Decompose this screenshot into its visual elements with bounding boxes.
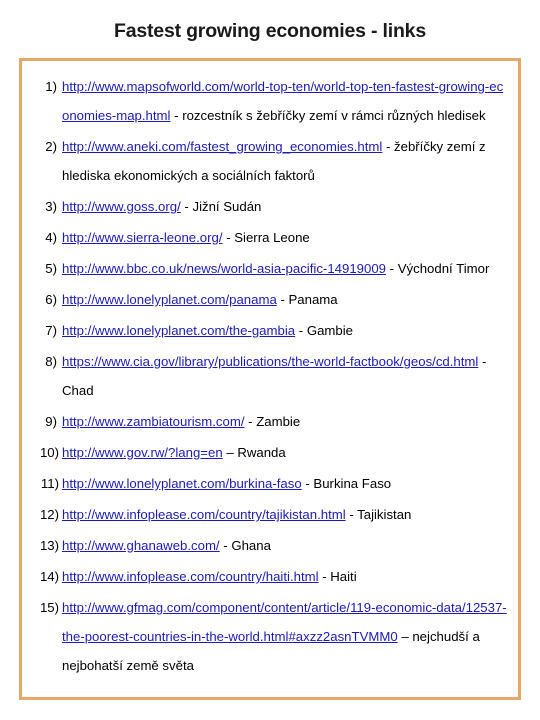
- list-item-body: http://www.aneki.com/fastest_growing_eco…: [62, 132, 510, 190]
- list-item-body: http://www.infoplease.com/country/haiti.…: [62, 562, 510, 591]
- hyperlink[interactable]: http://www.bbc.co.uk/news/world-asia-pac…: [62, 261, 386, 276]
- list-item-body: http://www.lonelyplanet.com/panama - Pan…: [62, 285, 510, 314]
- list-item: 6) http://www.lonelyplanet.com/panama - P…: [30, 285, 510, 316]
- link-description: - Sierra Leone: [222, 230, 310, 245]
- list-item-marker: 13): [39, 538, 59, 553]
- list-item: 1) http://www.mapsofworld.com/world-top-t…: [30, 72, 510, 132]
- link-list: 1) http://www.mapsofworld.com/world-top-t…: [22, 61, 518, 682]
- hyperlink[interactable]: http://www.sierra-leone.org/: [62, 230, 223, 245]
- page-title: Fastest growing economies - links: [114, 20, 426, 42]
- list-item: 3) http://www.goss.org/ - Jižní Sudán: [30, 192, 510, 223]
- hyperlink[interactable]: http://www.lonelyplanet.com/burkina-faso: [62, 476, 302, 491]
- link-description: - Jižní Sudán: [180, 199, 262, 214]
- link-description: - Ghana: [219, 538, 271, 553]
- link-description: - Tajikistan: [345, 507, 412, 522]
- list-item-marker: 1): [45, 79, 57, 94]
- link-description: - Zambie: [244, 414, 301, 429]
- link-description: - Haiti: [318, 569, 357, 584]
- hyperlink[interactable]: http://www.infoplease.com/country/haiti.…: [62, 569, 319, 584]
- list-item-body: http://www.lonelyplanet.com/burkina-faso…: [62, 469, 510, 498]
- list-item-marker: 7): [45, 323, 57, 338]
- list-item-marker: 6): [45, 292, 57, 307]
- list-item: 14) http://www.infoplease.com/country/hai…: [30, 562, 510, 593]
- list-item: 12) http://www.infoplease.com/country/taj…: [30, 500, 510, 531]
- list-item-body: http://www.mapsofworld.com/world-top-ten…: [62, 72, 510, 130]
- list-item: 9) http://www.zambiatourism.com/ - Zambie: [30, 407, 510, 438]
- list-item-marker: 10): [39, 445, 59, 460]
- list-item-marker: 5): [45, 261, 57, 276]
- list-item-body: http://www.gov.rw/?lang=en – Rwanda: [62, 438, 510, 467]
- hyperlink[interactable]: http://www.lonelyplanet.com/panama: [62, 292, 277, 307]
- list-item: 2) http://www.aneki.com/fastest_growing_e…: [30, 132, 510, 192]
- hyperlink[interactable]: http://www.infoplease.com/country/tajiki…: [62, 507, 346, 522]
- list-item-body: http://www.zambiatourism.com/ - Zambie: [62, 407, 510, 436]
- hyperlink[interactable]: http://www.aneki.com/fastest_growing_eco…: [62, 139, 382, 154]
- content-box: 1) http://www.mapsofworld.com/world-top-t…: [19, 58, 521, 700]
- link-description: - Burkina Faso: [301, 476, 392, 491]
- list-item-marker: 2): [45, 139, 57, 154]
- list-item: 4) http://www.sierra-leone.org/ - Sierra …: [30, 223, 510, 254]
- hyperlink[interactable]: http://www.gov.rw/?lang=en: [62, 445, 223, 460]
- list-item-marker: 8): [45, 354, 57, 369]
- list-item-body: http://www.lonelyplanet.com/the-gambia -…: [62, 316, 510, 345]
- list-item: 11) http://www.lonelyplanet.com/burkina-f…: [30, 469, 510, 500]
- hyperlink[interactable]: http://www.zambiatourism.com/: [62, 414, 244, 429]
- link-description: - Panama: [276, 292, 338, 307]
- list-item: 15) http://www.gfmag.com/component/conten…: [30, 593, 510, 682]
- list-item-marker: 11): [40, 476, 59, 491]
- list-item-body: http://www.goss.org/ - Jižní Sudán: [62, 192, 510, 221]
- link-description: - Východní Timor: [386, 261, 490, 276]
- link-description: - Gambie: [295, 323, 354, 338]
- link-description: - rozcestník s žebříčky zemí v rámci růz…: [170, 108, 486, 123]
- list-item-body: http://www.sierra-leone.org/ - Sierra Le…: [62, 223, 510, 252]
- list-item-body: http://www.ghanaweb.com/ - Ghana: [62, 531, 510, 560]
- list-item: 10) http://www.gov.rw/?lang=en – Rwanda: [30, 438, 510, 469]
- slide: Fastest growing economies - links 1) http…: [0, 0, 540, 720]
- list-item: 5) http://www.bbc.co.uk/news/world-asia-p…: [30, 254, 510, 285]
- list-item: 7) http://www.lonelyplanet.com/the-gambia…: [30, 316, 510, 347]
- list-item-marker: 14): [39, 569, 59, 584]
- list-item-marker: 12): [39, 507, 59, 522]
- hyperlink[interactable]: http://www.ghanaweb.com/: [62, 538, 220, 553]
- list-item-marker: 3): [45, 199, 57, 214]
- list-item-body: https://www.cia.gov/library/publications…: [62, 347, 510, 405]
- list-item: 8) https://www.cia.gov/library/publicatio…: [30, 347, 510, 407]
- list-item-marker: 9): [45, 414, 57, 429]
- list-item-body: http://www.bbc.co.uk/news/world-asia-pac…: [62, 254, 510, 283]
- hyperlink[interactable]: https://www.cia.gov/library/publications…: [62, 354, 478, 369]
- link-description: – Rwanda: [222, 445, 286, 460]
- list-item-marker: 4): [45, 230, 57, 245]
- hyperlink[interactable]: http://www.lonelyplanet.com/the-gambia: [62, 323, 295, 338]
- list-item-body: http://www.gfmag.com/component/content/a…: [62, 593, 510, 680]
- list-item-marker: 15): [39, 600, 59, 615]
- list-item-body: http://www.infoplease.com/country/tajiki…: [62, 500, 510, 529]
- hyperlink[interactable]: http://www.goss.org/: [62, 199, 181, 214]
- list-item: 13) http://www.ghanaweb.com/ - Ghana: [30, 531, 510, 562]
